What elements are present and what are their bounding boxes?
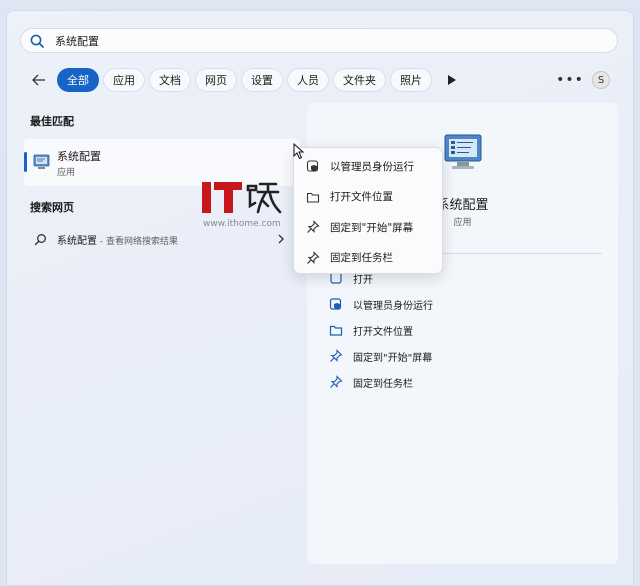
- tab-settings[interactable]: 设置: [241, 68, 283, 92]
- tab-folders[interactable]: 文件夹: [333, 68, 386, 92]
- result-name: 系统配置: [57, 150, 101, 163]
- action-pin-to-start-label: 固定到"开始"屏幕: [353, 352, 433, 364]
- selection-indicator: [24, 152, 27, 172]
- folder-icon: [306, 192, 320, 203]
- menu-item-pin-to-start[interactable]: 固定到"开始"屏幕: [294, 212, 442, 243]
- search-input[interactable]: [55, 34, 555, 47]
- detail-actions: 打开 以管理员身份运行 打开文件位置 固定到"开始"屏幕 固定到任务栏: [329, 265, 433, 395]
- filter-tabs: 全部 应用 文档 网页 设置 人员 文件夹 照片: [57, 68, 432, 92]
- menu-item-pin-to-taskbar[interactable]: 固定到任务栏: [294, 243, 442, 274]
- action-open-file-location[interactable]: 打开文件位置: [329, 317, 433, 343]
- search-box[interactable]: [20, 28, 618, 53]
- more-options-icon[interactable]: •••: [556, 70, 583, 90]
- menu-item-label: 以管理员身份运行: [330, 160, 414, 173]
- system-config-large-icon: [444, 134, 482, 169]
- folder-icon: [329, 325, 343, 336]
- action-pin-to-taskbar-label: 固定到任务栏: [353, 378, 413, 390]
- web-search-heading: 搜索网页: [30, 201, 74, 214]
- pin-icon: [330, 349, 343, 362]
- web-search-suffix: - 查看网络搜索结果: [97, 236, 178, 247]
- chevron-right-icon: [278, 234, 284, 244]
- admin-shield-icon: [329, 298, 342, 310]
- action-pin-to-taskbar[interactable]: 固定到任务栏: [329, 369, 433, 395]
- pin-icon: [330, 375, 343, 388]
- menu-item-label: 固定到"开始"屏幕: [330, 221, 414, 234]
- web-search-result[interactable]: 系统配置 - 查看网络搜索结果: [24, 227, 300, 251]
- menu-item-label: 固定到任务栏: [330, 252, 393, 265]
- tab-apps[interactable]: 应用: [103, 68, 145, 92]
- menu-item-label: 打开文件位置: [330, 191, 393, 204]
- pin-icon: [307, 220, 320, 234]
- action-open-file-location-label: 打开文件位置: [353, 326, 413, 338]
- web-search-query: 系统配置: [57, 235, 97, 247]
- back-arrow-icon[interactable]: [31, 72, 47, 88]
- action-pin-to-start[interactable]: 固定到"开始"屏幕: [329, 343, 433, 369]
- admin-shield-icon: [306, 160, 319, 172]
- tab-documents[interactable]: 文档: [149, 68, 191, 92]
- tab-web[interactable]: 网页: [195, 68, 237, 92]
- avatar[interactable]: S: [592, 71, 610, 89]
- menu-item-open-file-location[interactable]: 打开文件位置: [294, 182, 442, 213]
- ithome-watermark-logo: [202, 182, 282, 214]
- best-match-heading: 最佳匹配: [30, 115, 74, 128]
- tab-all[interactable]: 全部: [57, 68, 99, 92]
- system-config-icon: [33, 154, 50, 169]
- menu-item-run-as-admin[interactable]: 以管理员身份运行: [294, 151, 442, 182]
- web-search-label: 系统配置 - 查看网络搜索结果: [57, 232, 178, 247]
- play-icon[interactable]: [446, 73, 458, 87]
- search-icon: [30, 34, 44, 48]
- context-menu: 以管理员身份运行 打开文件位置 固定到"开始"屏幕 固定到任务栏: [293, 147, 443, 274]
- tab-people[interactable]: 人员: [287, 68, 329, 92]
- mouse-cursor-icon: [293, 143, 305, 160]
- best-match-result[interactable]: 系统配置 应用: [24, 139, 300, 186]
- tab-photos[interactable]: 照片: [390, 68, 432, 92]
- result-type: 应用: [57, 168, 76, 178]
- pin-icon: [307, 250, 320, 264]
- action-run-as-admin[interactable]: 以管理员身份运行: [329, 291, 433, 317]
- search-icon: [34, 233, 46, 245]
- action-run-as-admin-label: 以管理员身份运行: [353, 300, 433, 312]
